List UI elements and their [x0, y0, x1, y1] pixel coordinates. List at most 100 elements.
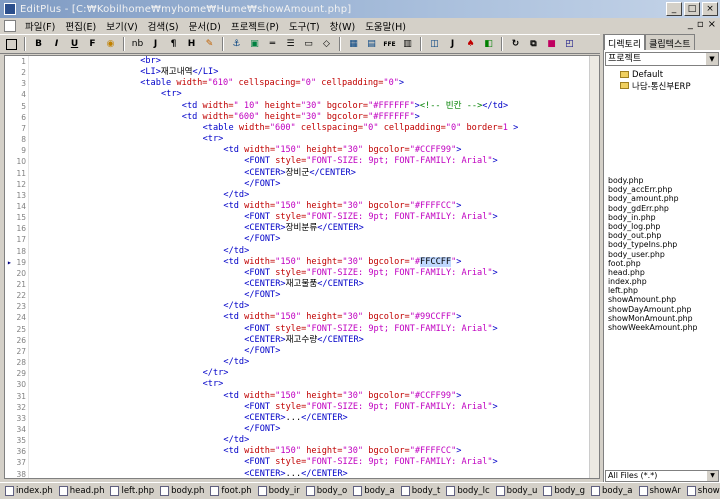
file-item[interactable]: showAmount.php	[606, 295, 719, 304]
code-line[interactable]: 21 <CENTER>재고물품</CENTER>	[5, 279, 599, 290]
file-item[interactable]: body_out.php	[606, 231, 719, 240]
folder-item[interactable]: Default	[606, 69, 719, 80]
document-tab[interactable]: body_a	[350, 486, 397, 496]
code-line[interactable]: 15 <FONT style="FONT-SIZE: 9pt; FONT-FAMI…	[5, 212, 599, 223]
code-line[interactable]: 2 <LI>재고내역</LI>	[5, 67, 599, 78]
document-tab[interactable]: showAr	[636, 486, 684, 496]
code-line[interactable]: 31 <td width="150" height="30" bgcolor="#…	[5, 391, 599, 402]
code-line[interactable]: 33 <CENTER>...</CENTER>	[5, 413, 599, 424]
anchor-icon[interactable]: ⚓	[229, 37, 244, 52]
code-line[interactable]: 25 <FONT style="FONT-SIZE: 9pt; FONT-FAMI…	[5, 324, 599, 335]
document-icon[interactable]	[4, 20, 16, 32]
code-line[interactable]: 6 <td width="600" height="30" bgcolor="#F…	[5, 112, 599, 123]
menu-tools[interactable]: 도구(T)	[284, 19, 325, 33]
file-item[interactable]: showMonAmount.php	[606, 314, 719, 323]
nbsp-button[interactable]: nb	[130, 37, 145, 52]
menu-file[interactable]: 파일(F)	[20, 19, 60, 33]
underline-button[interactable]: U	[67, 37, 82, 52]
palette-icon[interactable]: ■	[544, 37, 559, 52]
refresh-icon[interactable]: ↻	[508, 37, 523, 52]
file-item[interactable]: left.php	[606, 286, 719, 295]
document-tab[interactable]: foot.ph	[207, 486, 254, 496]
copy-icon[interactable]: ⧉	[526, 37, 541, 52]
document-tab[interactable]: head.ph	[56, 486, 108, 496]
code-line[interactable]: 16 <CENTER>장비분류</CENTER>	[5, 223, 599, 234]
table-icon[interactable]: ▦	[346, 37, 361, 52]
code-line[interactable]: 8 <tr>	[5, 134, 599, 145]
code-line[interactable]: 27 </FONT>	[5, 346, 599, 357]
code-editor[interactable]: 1 <br> 2 <LI>재고내역</LI> 3 <table width="610" c…	[4, 55, 600, 479]
table-row-icon[interactable]: ▤	[364, 37, 379, 52]
file-filter-select[interactable]: All Files (*.*) ▼	[605, 470, 719, 482]
toolbar-toggle-icon[interactable]	[4, 37, 19, 52]
code-line[interactable]: 22 </FONT>	[5, 290, 599, 301]
code-line[interactable]: 23 </td>	[5, 301, 599, 312]
file-item[interactable]: body.php	[606, 176, 719, 185]
code-line[interactable]: 12 </FONT>	[5, 179, 599, 190]
file-item[interactable]: body_accErr.php	[606, 185, 719, 194]
window-icon[interactable]: ◰	[562, 37, 577, 52]
code-line[interactable]: 17 </FONT>	[5, 234, 599, 245]
document-tab[interactable]: body_ir	[255, 486, 303, 496]
file-item[interactable]: body_gdErr.php	[606, 204, 719, 213]
file-item[interactable]: head.php	[606, 268, 719, 277]
code-line[interactable]: 13 </td>	[5, 190, 599, 201]
paragraph-button[interactable]: ¶	[166, 37, 181, 52]
code-line[interactable]: 36 <td width="150" height="30" bgcolor="#…	[5, 446, 599, 457]
code-line[interactable]: 10 <FONT style="FONT-SIZE: 9pt; FONT-FAMI…	[5, 156, 599, 167]
file-item[interactable]: body_in.php	[606, 213, 719, 222]
menu-document[interactable]: 문서(D)	[184, 19, 226, 33]
code-line[interactable]: 18 </td>	[5, 246, 599, 257]
mdi-restore-icon[interactable]: ▫	[697, 19, 704, 30]
heading-button[interactable]: H	[184, 37, 199, 52]
code-line[interactable]: 30 <tr>	[5, 379, 599, 390]
code-line[interactable]: 38 <CENTER>...</CENTER>	[5, 469, 599, 478]
frame-icon[interactable]: ◫	[427, 37, 442, 52]
hr-icon[interactable]: ═	[265, 37, 280, 52]
bold-button[interactable]: B	[31, 37, 46, 52]
project-select[interactable]: 프로젝트 ▼	[605, 52, 719, 66]
code-line[interactable]: 26 <CENTER>재고수량</CENTER>	[5, 335, 599, 346]
file-item[interactable]: body_user.php	[606, 250, 719, 259]
maximize-button[interactable]: □	[684, 2, 700, 16]
file-item[interactable]: showWeekAmount.php	[606, 323, 719, 332]
code-line[interactable]: 7 <table width="600" cellspacing="0" cell…	[5, 123, 599, 134]
close-button[interactable]: ×	[702, 2, 718, 16]
document-tab[interactable]: body_a	[588, 486, 635, 496]
document-tab[interactable]: left.php	[107, 486, 157, 496]
table-cell-icon[interactable]: FFE	[382, 37, 397, 52]
vertical-scrollbar[interactable]	[589, 56, 599, 478]
color-icon[interactable]: ◉	[103, 37, 118, 52]
file-item[interactable]: body_amount.php	[606, 194, 719, 203]
document-tab[interactable]: showM	[684, 486, 720, 496]
tab-directory[interactable]: 디렉토리	[604, 34, 646, 50]
code-line[interactable]: 34 </FONT>	[5, 424, 599, 435]
code-line[interactable]: 24 <td width="150" height="30" bgcolor="#…	[5, 312, 599, 323]
font-button[interactable]: F	[85, 37, 100, 52]
code-line[interactable]: 5 <td width=" 10" height="30" bgcolor="#F…	[5, 101, 599, 112]
menu-view[interactable]: 보기(V)	[101, 19, 142, 33]
browser-icon[interactable]: ◧	[481, 37, 496, 52]
justify-button[interactable]: J	[148, 37, 163, 52]
document-tab[interactable]: index.ph	[2, 486, 56, 496]
code-line[interactable]: 32 <FONT style="FONT-SIZE: 9pt; FONT-FAMI…	[5, 402, 599, 413]
file-item[interactable]: showDayAmount.php	[606, 305, 719, 314]
code-line[interactable]: 37 <FONT style="FONT-SIZE: 9pt; FONT-FAMI…	[5, 457, 599, 468]
code-line[interactable]: 11 <CENTER>장비군</CENTER>	[5, 168, 599, 179]
file-item[interactable]: foot.php	[606, 259, 719, 268]
code-line[interactable]: 20 <FONT style="FONT-SIZE: 9pt; FONT-FAMI…	[5, 268, 599, 279]
table-grid-icon[interactable]: ▥	[400, 37, 415, 52]
code-line[interactable]: 9 <td width="150" height="30" bgcolor="#C…	[5, 145, 599, 156]
chevron-down-icon[interactable]: ▼	[707, 471, 718, 481]
document-tab[interactable]: body_u	[493, 486, 541, 496]
code-line[interactable]: 4 <tr>	[5, 89, 599, 100]
document-tab[interactable]: body_o	[303, 486, 350, 496]
tab-cliptext[interactable]: 클립텍스트	[645, 34, 695, 50]
form-icon[interactable]: ▭	[301, 37, 316, 52]
list-icon[interactable]: ☰	[283, 37, 298, 52]
menu-help[interactable]: 도움말(H)	[360, 19, 411, 33]
italic-button[interactable]: I	[49, 37, 64, 52]
document-tab[interactable]: body_g	[540, 486, 588, 496]
plugin-icon[interactable]: ♠	[463, 37, 478, 52]
code-line[interactable]: 28 </td>	[5, 357, 599, 368]
